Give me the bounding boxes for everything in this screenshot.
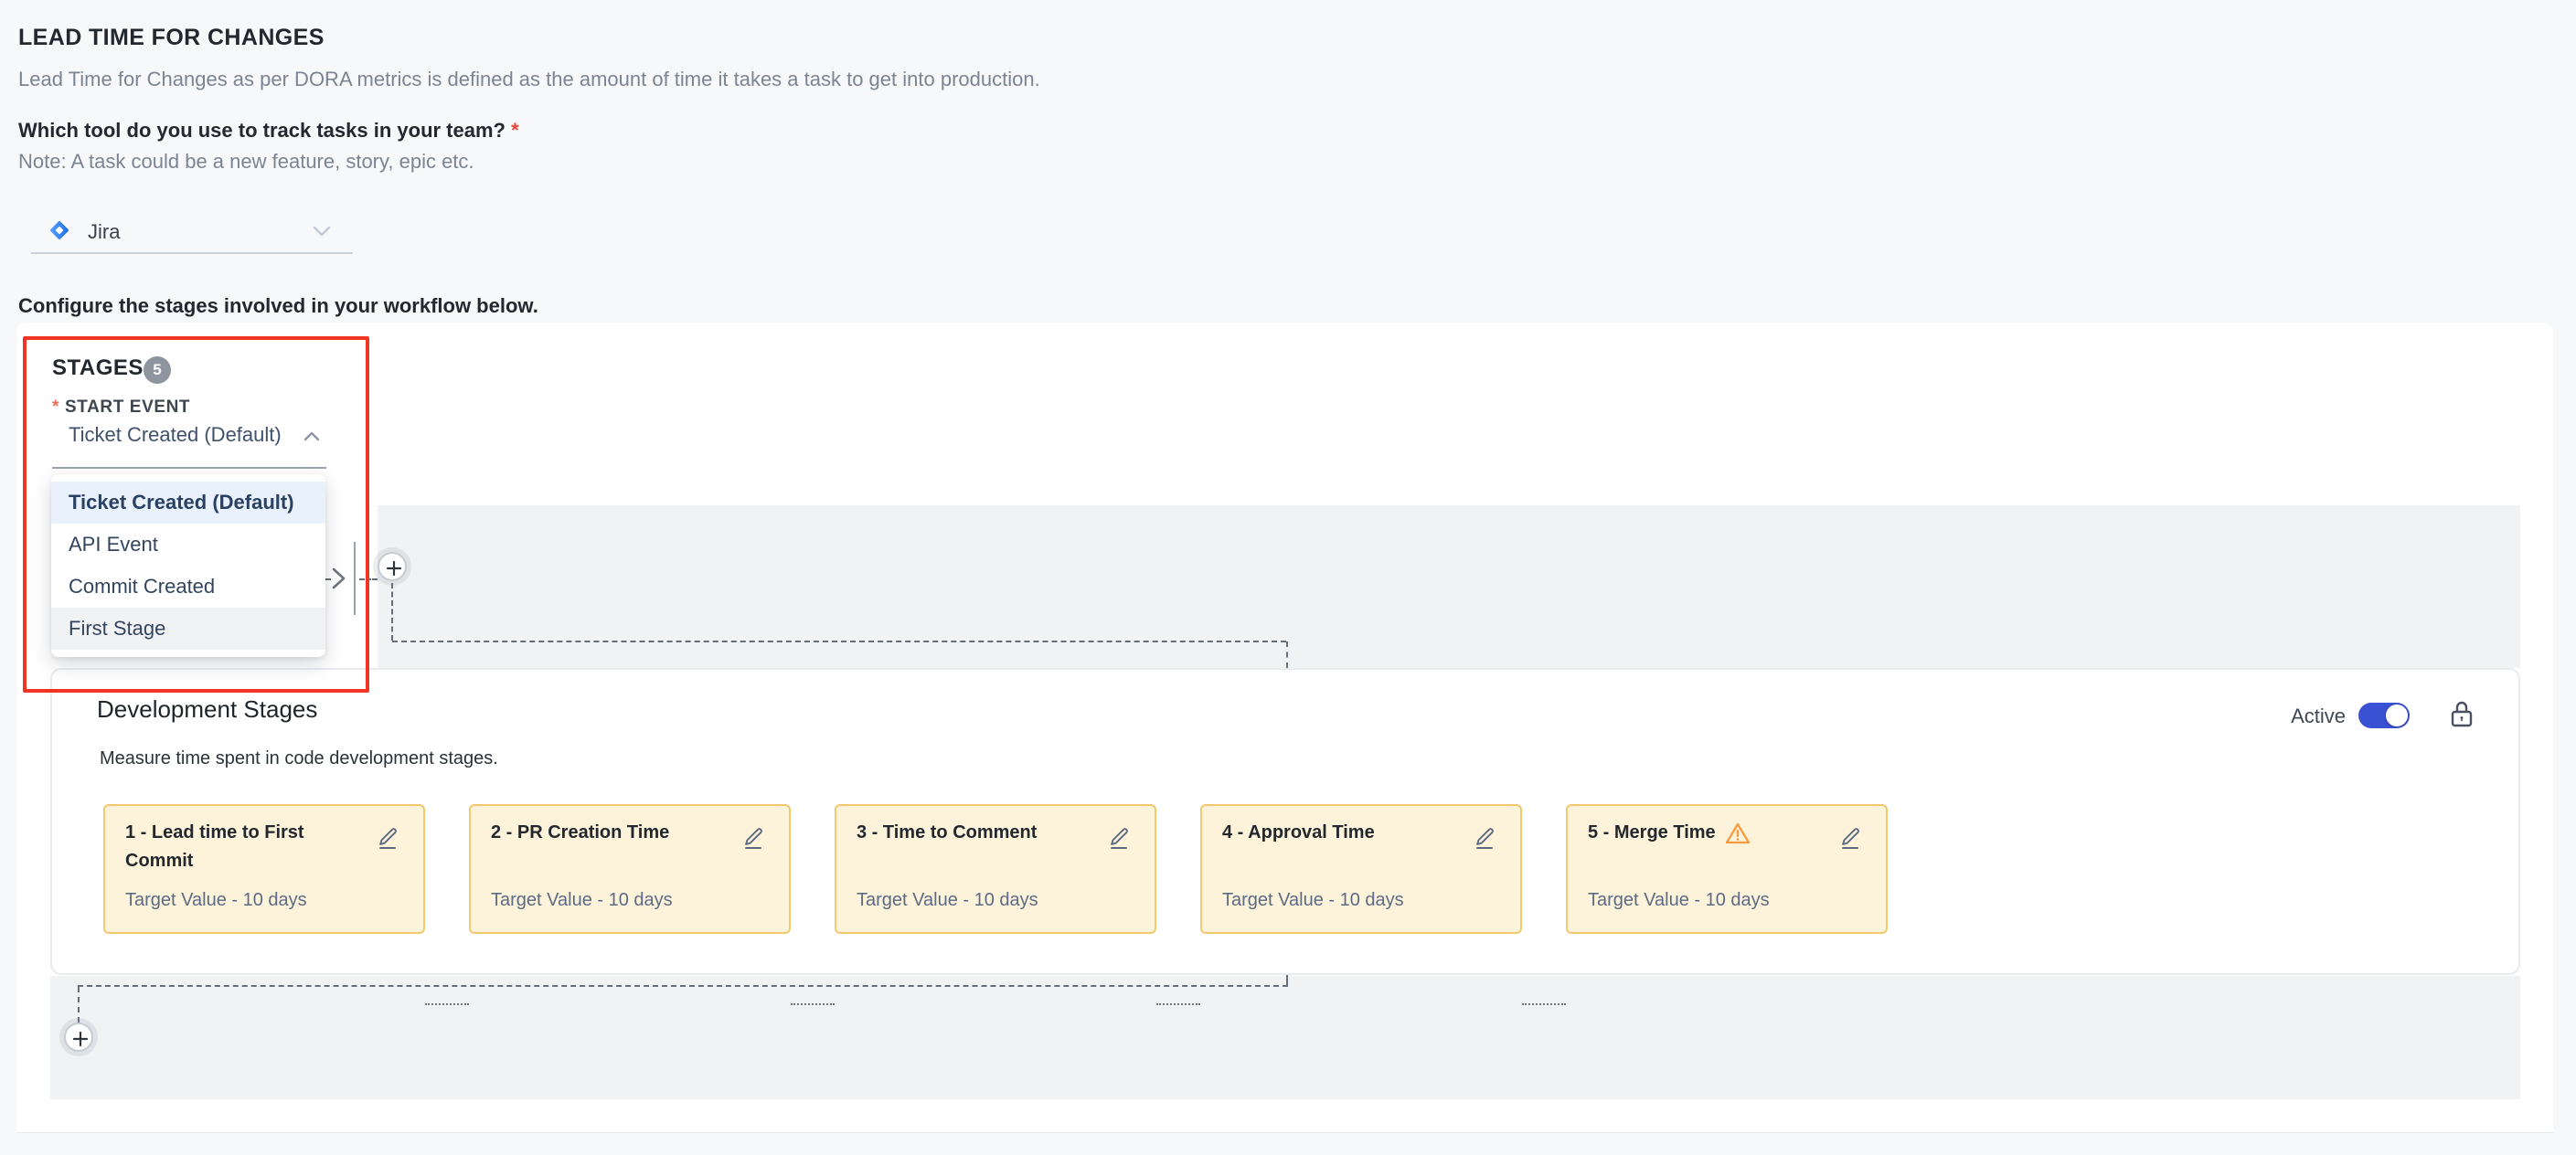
stage-card-title: 2 - PR Creation Time bbox=[491, 819, 730, 847]
active-status-label: Active bbox=[2291, 705, 2346, 728]
configure-instruction: Configure the stages involved in your wo… bbox=[18, 294, 538, 318]
development-stages-panel: Development Stages Measure time spent in… bbox=[50, 668, 2520, 975]
stage-card-title: 4 - Approval Time bbox=[1222, 819, 1462, 847]
dropdown-option-first-stage[interactable]: First Stage bbox=[51, 608, 325, 650]
stage-card-2[interactable]: 2 - PR Creation Time Target Value - 10 d… bbox=[469, 804, 791, 934]
edit-pencil-icon[interactable] bbox=[1838, 826, 1862, 850]
required-asterisk: * bbox=[511, 119, 519, 142]
stage-card-4[interactable]: 4 - Approval Time Target Value - 10 days bbox=[1200, 804, 1522, 934]
tool-question: Which tool do you use to track tasks in … bbox=[18, 119, 519, 143]
stages-heading: STAGES bbox=[52, 355, 144, 381]
stage-card-5[interactable]: 5 - Merge Time Target Value - 10 days bbox=[1566, 804, 1888, 934]
edit-pencil-icon[interactable] bbox=[741, 826, 765, 850]
stage-card-target: Target Value - 10 days bbox=[1588, 890, 1770, 911]
required-asterisk: * bbox=[52, 397, 59, 417]
connector-dash bbox=[359, 578, 378, 580]
start-event-dropdown-menu: Ticket Created (Default) API Event Commi… bbox=[51, 474, 325, 657]
stage-card-1[interactable]: 1 - Lead time to First Commit Target Val… bbox=[103, 804, 425, 934]
edit-pencil-icon[interactable] bbox=[1107, 826, 1131, 850]
connector-dash bbox=[1286, 641, 1288, 668]
stage-card-title: 3 - Time to Comment bbox=[857, 819, 1096, 847]
select-underline bbox=[52, 467, 326, 469]
chevron-up-icon[interactable] bbox=[303, 430, 320, 441]
add-stage-button-bottom[interactable] bbox=[64, 1023, 93, 1052]
card-connector bbox=[1156, 1003, 1200, 1005]
card-connector bbox=[791, 1003, 835, 1005]
toggle-knob bbox=[2386, 705, 2408, 726]
stage-card-title: 5 - Merge Time bbox=[1588, 819, 1827, 847]
lock-icon[interactable] bbox=[2450, 699, 2474, 728]
connector-dash bbox=[78, 985, 1288, 987]
connector-dash bbox=[392, 641, 1286, 642]
dropdown-option-ticket-created[interactable]: Ticket Created (Default) bbox=[51, 482, 325, 524]
panel-title: Development Stages bbox=[97, 695, 317, 724]
page-title: LEAD TIME FOR CHANGES bbox=[18, 25, 325, 51]
stage-card-target: Target Value - 10 days bbox=[857, 890, 1038, 911]
jira-logo-icon bbox=[46, 217, 73, 244]
workflow-canvas: Development Stages Measure time spent in… bbox=[16, 323, 2553, 1133]
dropdown-option-commit-created[interactable]: Commit Created bbox=[51, 566, 325, 608]
dropdown-option-api-event[interactable]: API Event bbox=[51, 524, 325, 566]
active-toggle[interactable] bbox=[2358, 703, 2410, 728]
arrow-right-icon bbox=[331, 566, 347, 591]
stage-card-target: Target Value - 10 days bbox=[491, 890, 673, 911]
start-event-select[interactable]: Ticket Created (Default) bbox=[69, 423, 282, 447]
page-subtitle: Lead Time for Changes as per DORA metric… bbox=[18, 68, 1040, 91]
selected-tool-value: Jira bbox=[88, 220, 120, 244]
stage-card-target: Target Value - 10 days bbox=[1222, 890, 1404, 911]
connector-lane-top bbox=[378, 505, 2520, 668]
stage-card-target: Target Value - 10 days bbox=[125, 890, 307, 911]
connector-dash bbox=[391, 583, 393, 641]
warning-triangle-icon bbox=[1725, 821, 1751, 845]
stages-count-badge: 5 bbox=[144, 356, 171, 384]
add-stage-button-top[interactable] bbox=[378, 552, 407, 581]
connector-dash bbox=[78, 987, 80, 1023]
connector-lane-bottom bbox=[50, 976, 2520, 1099]
panel-description: Measure time spent in code development s… bbox=[100, 748, 498, 769]
edit-pencil-icon[interactable] bbox=[1473, 826, 1496, 850]
edit-pencil-icon[interactable] bbox=[376, 826, 399, 850]
card-connector bbox=[1522, 1003, 1566, 1005]
tool-question-note: Note: A task could be a new feature, sto… bbox=[18, 150, 474, 174]
stage-card-title: 1 - Lead time to First Commit bbox=[125, 819, 365, 875]
connector-bar bbox=[354, 542, 356, 615]
card-connector bbox=[425, 1003, 469, 1005]
start-event-label: *START EVENT bbox=[52, 397, 190, 418]
task-tool-select[interactable]: Jira bbox=[31, 210, 353, 254]
chevron-down-icon bbox=[313, 226, 331, 237]
stage-card-3[interactable]: 3 - Time to Comment Target Value - 10 da… bbox=[835, 804, 1156, 934]
